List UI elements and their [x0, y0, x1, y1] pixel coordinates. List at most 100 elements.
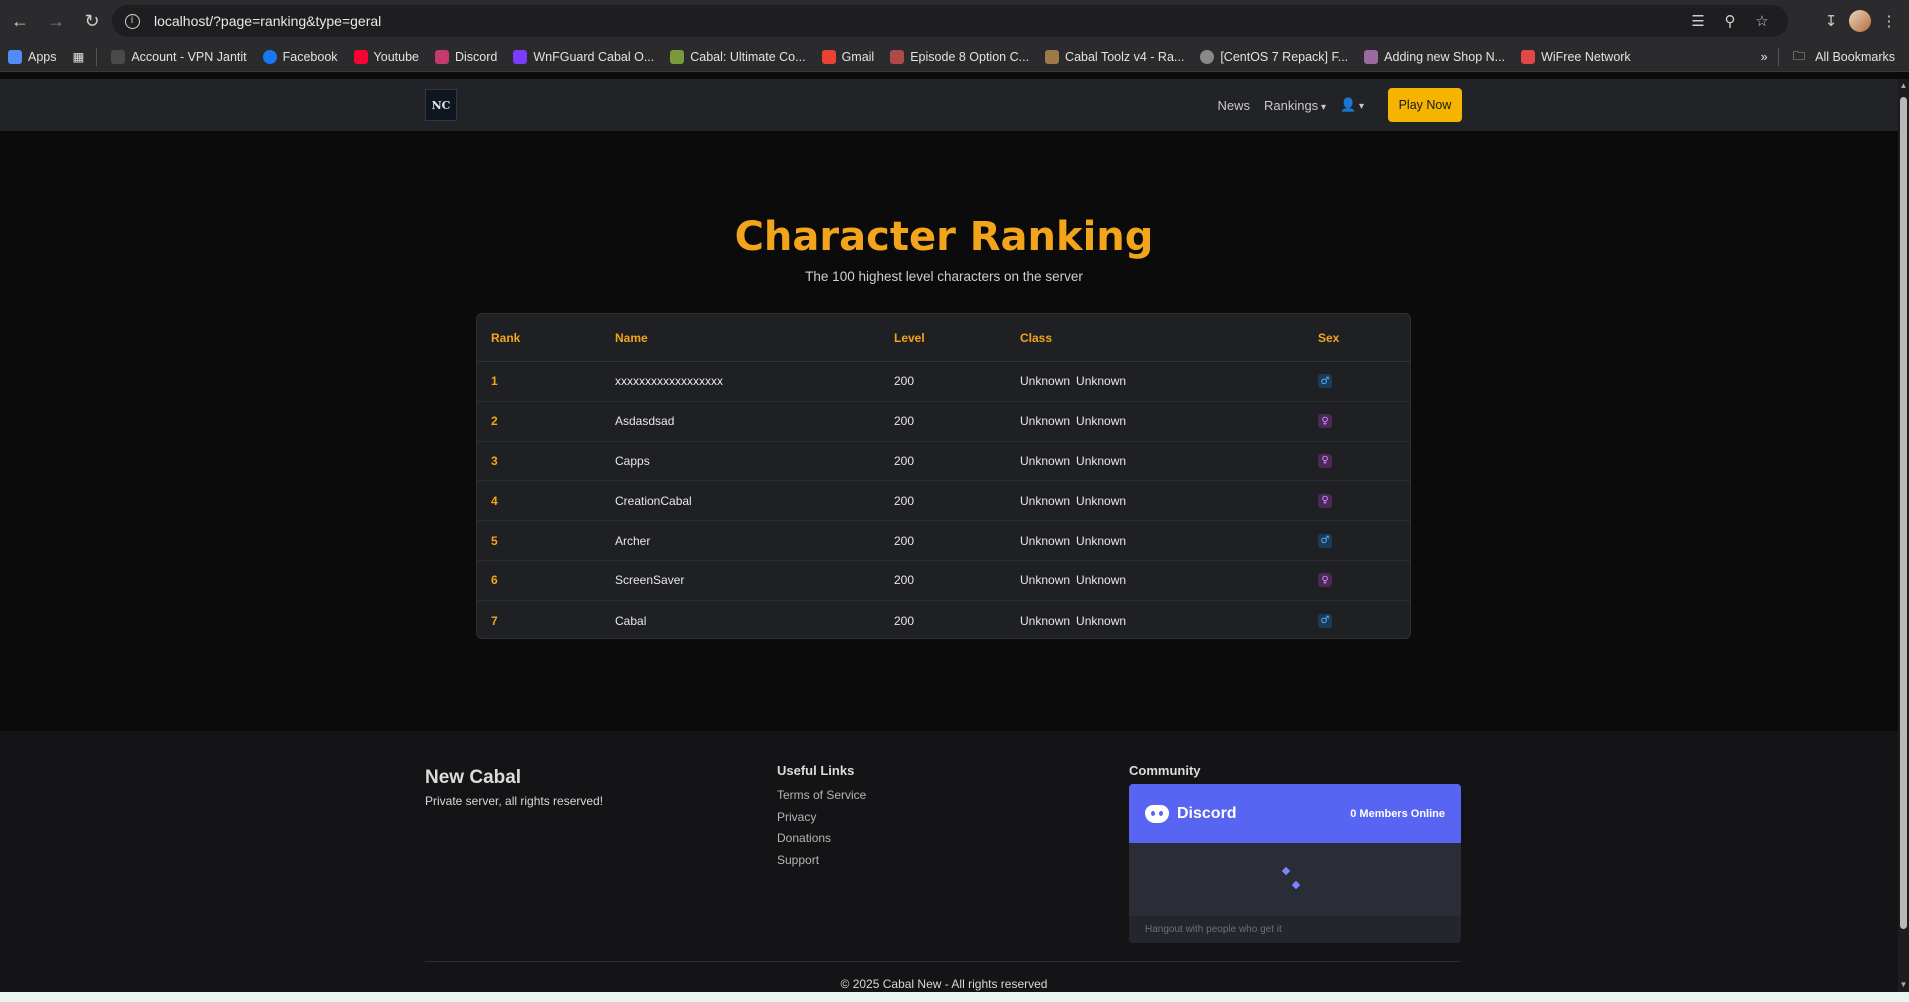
bookmark-item[interactable]: Facebook: [262, 49, 338, 64]
link-privacy[interactable]: Privacy: [777, 807, 866, 829]
male-icon: ♂: [1318, 613, 1332, 628]
tab-groups-icon[interactable]: ▦: [73, 49, 85, 64]
name-cell[interactable]: CreationCabal: [615, 481, 692, 520]
bookmark-item[interactable]: WiFree Network: [1521, 49, 1631, 64]
bookmark-item[interactable]: WnFGuard Cabal O...: [513, 49, 654, 64]
useful-links-list: Terms of Service Privacy Donations Suppo…: [777, 785, 866, 871]
name-cell[interactable]: Cabal: [615, 601, 646, 638]
community-title: Community: [1129, 763, 1201, 778]
column-header-level: Level: [894, 330, 925, 345]
bookmark-favicon: [1521, 49, 1536, 64]
translate-icon[interactable]: ☰: [1686, 9, 1710, 33]
apps-grid-icon: [8, 49, 22, 64]
address-bar[interactable]: i localhost/?page=ranking&type=geral ☰ ⚲…: [112, 5, 1788, 37]
user-menu-icon[interactable]: 👤: [1340, 97, 1364, 113]
sex-cell: ♂: [1318, 521, 1332, 560]
class-primary: Unknown: [1020, 374, 1071, 389]
bookmark-separator: [96, 47, 98, 66]
gmail-icon: [821, 49, 836, 64]
discord-widget-header: Discord 0 Members Online: [1129, 784, 1461, 843]
scroll-thumb[interactable]: [1900, 97, 1907, 929]
link-support[interactable]: Support: [777, 850, 866, 872]
class-primary: Unknown: [1020, 573, 1071, 588]
rank-cell: 3: [491, 453, 498, 468]
bookmark-item[interactable]: Cabal Toolz v4 - Ra...: [1045, 49, 1185, 64]
column-header-class: Class: [1020, 330, 1053, 345]
site-info-icon[interactable]: i: [118, 5, 146, 37]
more-bookmarks-icon[interactable]: »: [1761, 50, 1768, 64]
name-cell[interactable]: Asdasdsad: [615, 402, 674, 441]
bookmark-item[interactable]: Adding new Shop N...: [1364, 49, 1506, 64]
nav-rankings-dropdown[interactable]: Rankings: [1264, 98, 1326, 113]
nav-news[interactable]: News: [1217, 98, 1250, 113]
bookmark-item[interactable]: Account - VPN Jantit: [111, 49, 247, 64]
table-row: 4 CreationCabal 200 Unknown Unknown ♀: [477, 481, 1410, 522]
name-cell[interactable]: Archer: [615, 521, 650, 560]
sex-cell: ♂: [1318, 601, 1332, 638]
table-row: 6 ScreenSaver 200 Unknown Unknown ♀: [477, 561, 1410, 601]
forward-icon[interactable]: →: [38, 3, 74, 39]
female-icon: ♀: [1318, 453, 1332, 468]
link-terms-of-service[interactable]: Terms of Service: [777, 785, 866, 807]
site-logo[interactable]: NC: [425, 89, 457, 121]
level-cell: 200: [894, 414, 915, 429]
bookmark-item[interactable]: Gmail: [821, 49, 874, 64]
page-scrollbar[interactable]: ▲ ▼: [1898, 79, 1909, 992]
all-bookmarks[interactable]: All Bookmarks: [1815, 50, 1895, 64]
rank-cell: 6: [491, 573, 498, 588]
scroll-down-icon[interactable]: ▼: [1898, 980, 1909, 992]
level-cell: 200: [894, 493, 915, 508]
name-cell[interactable]: xxxxxxxxxxxxxxxxxx: [615, 362, 723, 401]
bookmark-item[interactable]: Cabal: Ultimate Co...: [670, 49, 806, 64]
star-icon[interactable]: ☆: [1750, 9, 1774, 33]
useful-links-title: Useful Links: [777, 763, 855, 778]
bookmark-apps[interactable]: Apps: [8, 49, 57, 64]
profile-avatar[interactable]: [1849, 10, 1871, 32]
class-cell: Unknown Unknown: [1020, 601, 1127, 638]
class-cell: Unknown Unknown: [1020, 442, 1126, 481]
male-icon: ♂: [1318, 374, 1332, 389]
bookmark-item[interactable]: Youtube: [353, 49, 419, 64]
bookmark-label: WiFree Network: [1541, 49, 1631, 64]
menu-icon[interactable]: ⋮: [1877, 9, 1901, 33]
class-secondary: Unknown: [1076, 533, 1127, 548]
download-icon[interactable]: ↧: [1819, 9, 1843, 33]
bookmark-label: Cabal: Ultimate Co...: [690, 49, 806, 64]
reload-icon[interactable]: ↻: [74, 3, 110, 39]
discord-logo[interactable]: Discord: [1145, 804, 1237, 823]
url-text[interactable]: localhost/?page=ranking&type=geral: [154, 13, 381, 29]
bottom-strip: [0, 992, 1909, 1002]
rank-cell: 2: [491, 414, 498, 429]
discord-name: Discord: [1177, 804, 1237, 822]
table-row: 1 xxxxxxxxxxxxxxxxxx 200 Unknown Unknown ♂: [477, 362, 1410, 402]
site-footer: New Cabal Private server, all rights res…: [0, 731, 1898, 1002]
name-cell[interactable]: ScreenSaver: [615, 561, 684, 600]
class-secondary: Unknown: [1076, 374, 1127, 389]
sex-cell: ♀: [1318, 442, 1332, 481]
class-secondary: Unknown: [1076, 573, 1127, 588]
class-secondary: Unknown: [1076, 613, 1127, 628]
discord-widget[interactable]: Discord 0 Members Online Hangout with pe…: [1129, 784, 1461, 943]
scroll-up-icon[interactable]: ▲: [1898, 81, 1909, 93]
play-now-button[interactable]: Play Now: [1388, 88, 1462, 122]
table-row: 5 Archer 200 Unknown Unknown ♂: [477, 521, 1410, 561]
youtube-icon: [353, 49, 368, 64]
back-icon[interactable]: ←: [2, 3, 38, 39]
name-cell[interactable]: Capps: [615, 442, 650, 481]
class-secondary: Unknown: [1076, 453, 1127, 468]
browser-toolbar: ← → ↻ i localhost/?page=ranking&type=ger…: [0, 0, 1909, 42]
rank-cell: 4: [491, 493, 498, 508]
bookmark-item[interactable]: [CentOS 7 Repack] F...: [1200, 49, 1348, 64]
bookmark-item[interactable]: Episode 8 Option C...: [890, 49, 1029, 64]
column-header-name: Name: [615, 330, 648, 345]
table-header: Rank Name Level Class Sex: [477, 314, 1410, 362]
link-donations[interactable]: Donations: [777, 828, 866, 850]
bookmark-label: Cabal Toolz v4 - Ra...: [1065, 49, 1185, 64]
bookmark-label: Adding new Shop N...: [1384, 49, 1506, 64]
female-icon: ♀: [1318, 414, 1332, 429]
bookmark-item[interactable]: Discord: [434, 49, 497, 64]
level-cell: 200: [894, 573, 915, 588]
bookmark-favicon: [1045, 49, 1060, 64]
discord-icon: [1145, 804, 1169, 823]
zoom-icon[interactable]: ⚲: [1718, 9, 1742, 33]
